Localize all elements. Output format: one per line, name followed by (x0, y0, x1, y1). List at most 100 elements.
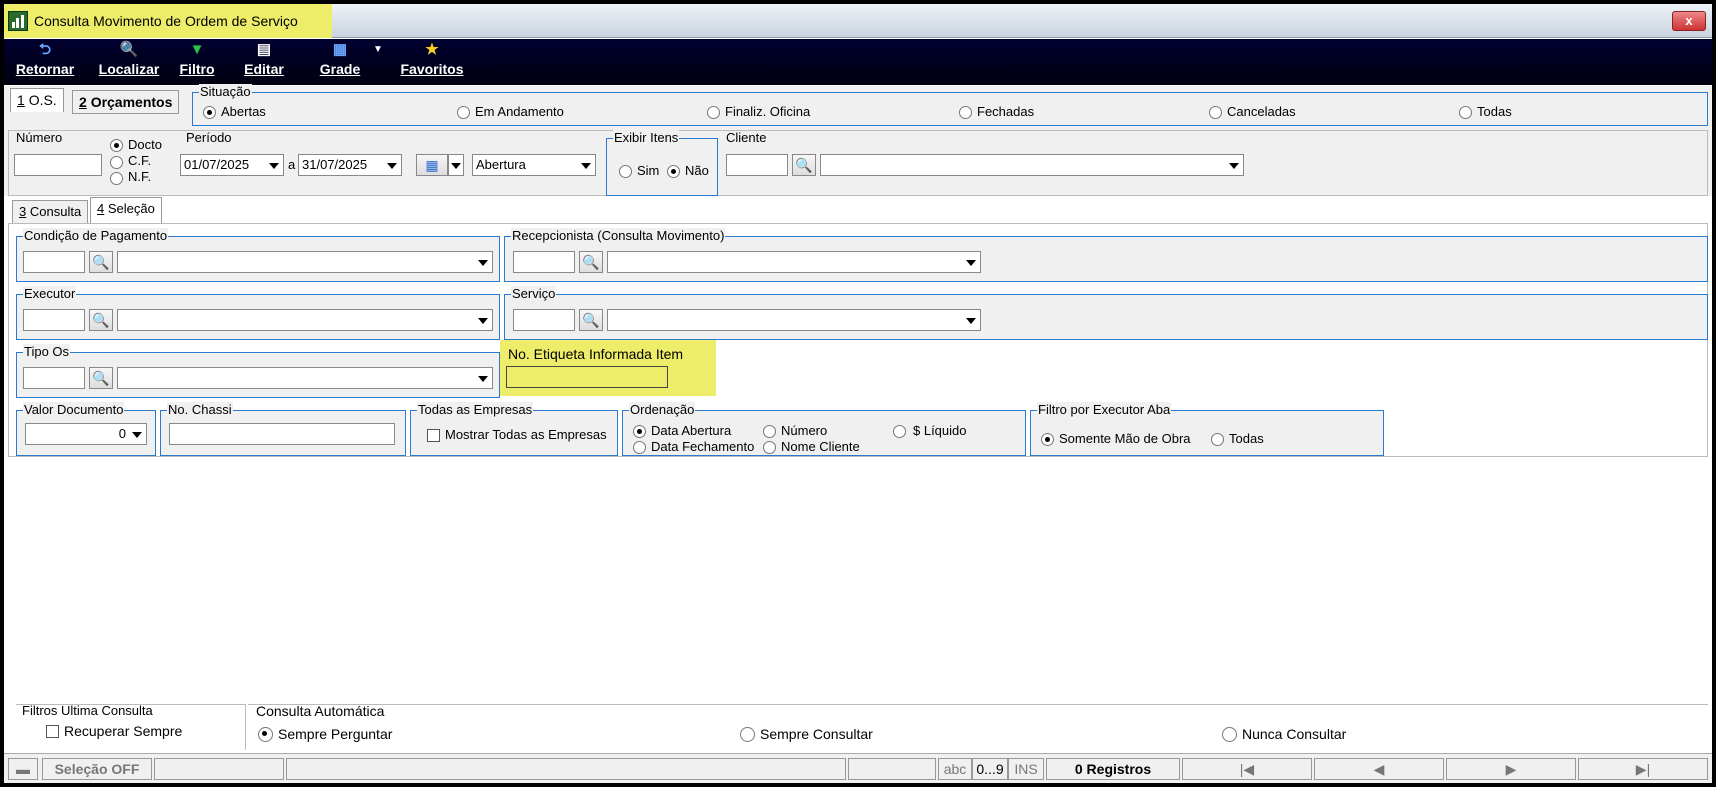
favoritos-label: Favoritos (400, 61, 464, 77)
last-record-button[interactable]: ▶| (1578, 758, 1708, 780)
editar-button[interactable]: ▤ Editar (240, 39, 288, 85)
etiqueta-label: No. Etiqueta Informada Item (508, 346, 684, 362)
ord-nome-cliente-radio[interactable] (763, 441, 776, 454)
cliente-code-input[interactable] (726, 154, 788, 176)
numero-docto-radio[interactable] (110, 139, 123, 152)
sempre-consultar-radio[interactable] (740, 727, 755, 742)
ord-data-fechamento-radio[interactable] (633, 441, 646, 454)
servico-combo[interactable] (607, 309, 981, 331)
periodo-type-combo[interactable]: Abertura (472, 154, 596, 176)
recuperar-sempre-checkbox[interactable] (46, 725, 59, 738)
filtros-ultima-label: Filtros Ultima Consulta (22, 703, 153, 718)
num-indicator: 0...9 (972, 758, 1008, 780)
recepcionista-search-icon[interactable]: 🔍 (579, 251, 603, 273)
chassi-input[interactable] (169, 423, 395, 445)
consulta-automatica-label: Consulta Automática (256, 703, 385, 719)
somente-mao-obra-radio[interactable] (1041, 433, 1054, 446)
condicao-code-input[interactable] (23, 251, 85, 273)
condicao-group: Condição de Pagamento 🔍 (16, 228, 500, 282)
main-window: Consulta Movimento de Ordem de Serviço x… (4, 4, 1712, 783)
tab-consulta[interactable]: 3 Consulta (12, 200, 89, 224)
mostrar-empresas-checkbox[interactable] (427, 429, 440, 442)
grid-icon: ▦ (332, 41, 348, 58)
cliente-search-icon[interactable]: 🔍 (792, 154, 816, 176)
localizar-button[interactable]: 🔍 Localizar (96, 39, 162, 85)
exibir-sim-radio[interactable] (619, 165, 632, 178)
filtro-button[interactable]: ▼ Filtro (176, 39, 218, 85)
executor-search-icon[interactable]: 🔍 (89, 309, 113, 331)
close-button[interactable]: x (1672, 11, 1706, 31)
tipo-os-code-input[interactable] (23, 367, 85, 389)
calendar-dropdown[interactable] (448, 154, 464, 176)
ord-nome-cliente-label: Nome Cliente (781, 439, 860, 454)
retornar-button[interactable]: ⮌ Retornar (12, 39, 78, 85)
servico-code-input[interactable] (513, 309, 575, 331)
status-panel-1 (154, 758, 284, 780)
star-icon: ★ (425, 41, 439, 58)
tab-orcamentos-label: Orçamentos (90, 94, 173, 110)
ord-liquido-radio[interactable] (893, 425, 906, 438)
tipo-os-search-icon[interactable]: 🔍 (89, 367, 113, 389)
keyboard-icon: ▬ (8, 758, 38, 780)
valor-documento-label: Valor Documento (23, 402, 125, 417)
etiqueta-input[interactable] (506, 366, 668, 388)
filtro-executor-label: Filtro por Executor Aba (1037, 402, 1172, 417)
situacao-todas-radio[interactable] (1459, 106, 1472, 119)
tipo-os-group: Tipo Os 🔍 (16, 344, 500, 398)
favoritos-button[interactable]: ★ Favoritos (396, 39, 468, 85)
numero-cf-radio[interactable] (110, 156, 123, 169)
editar-label: Editar (244, 61, 284, 77)
filtro-executor-todas-label: Todas (1229, 431, 1264, 446)
status-panel-3 (848, 758, 936, 780)
servico-search-icon[interactable]: 🔍 (579, 309, 603, 331)
cliente-name-combo[interactable] (820, 154, 1244, 176)
nunca-consultar-radio[interactable] (1222, 727, 1237, 742)
exibir-nao-radio[interactable] (667, 165, 680, 178)
numero-docto-label: Docto (128, 137, 162, 152)
tab-os[interactable]: 1 O.S. (10, 88, 64, 112)
tab-orcamentos[interactable]: 2 Orçamentos (72, 90, 180, 114)
next-record-button[interactable]: ▶ (1446, 758, 1576, 780)
exibir-sim-label: Sim (637, 163, 660, 178)
tab-selecao[interactable]: 4 Seleção (90, 197, 162, 224)
localizar-label: Localizar (98, 61, 160, 77)
recepcionista-label: Recepcionista (Consulta Movimento) (511, 228, 726, 243)
numero-nf-label: N.F. (128, 169, 152, 184)
sempre-perguntar-radio[interactable] (258, 727, 273, 742)
recepcionista-combo[interactable] (607, 251, 981, 273)
filtro-executor-group: Filtro por Executor Aba Somente Mão de O… (1030, 402, 1384, 456)
ord-numero-radio[interactable] (763, 425, 776, 438)
etiqueta-highlight: No. Etiqueta Informada Item (500, 340, 716, 396)
first-record-button[interactable]: |◀ (1182, 758, 1312, 780)
grade-dropdown-button[interactable]: ▼ (372, 39, 384, 85)
grade-button[interactable]: ▦ Grade (316, 39, 364, 85)
numero-cf-label: C.F. (128, 153, 152, 168)
situacao-abertas-radio[interactable] (203, 106, 216, 119)
condicao-combo[interactable] (117, 251, 493, 273)
situacao-fechadas-radio[interactable] (959, 106, 972, 119)
situacao-finaliz-radio[interactable] (707, 106, 720, 119)
situacao-andamento-radio[interactable] (457, 106, 470, 119)
toolbar: ⮌ Retornar 🔍 Localizar ▼ Filtro ▤ Editar… (4, 39, 1712, 85)
executor-code-input[interactable] (23, 309, 85, 331)
periodo-to-value: 31/07/2025 (302, 157, 368, 172)
recepcionista-code-input[interactable] (513, 251, 575, 273)
periodo-from-combo[interactable]: 01/07/2025 (180, 154, 284, 176)
periodo-to-combo[interactable]: 31/07/2025 (298, 154, 402, 176)
filtro-executor-todas-radio[interactable] (1211, 433, 1224, 446)
tipo-os-combo[interactable] (117, 367, 493, 389)
tipo-os-label: Tipo Os (23, 344, 71, 359)
condicao-search-icon[interactable]: 🔍 (89, 251, 113, 273)
ord-data-abertura-radio[interactable] (633, 425, 646, 438)
ordenacao-label: Ordenação (629, 402, 696, 417)
ord-data-fechamento-label: Data Fechamento (651, 439, 755, 454)
valor-documento-combo[interactable]: 0 (25, 423, 147, 445)
mostrar-empresas-label: Mostrar Todas as Empresas (445, 427, 607, 442)
calendar-icon[interactable]: ▦ (416, 154, 448, 176)
edit-form-icon: ▤ (256, 41, 272, 58)
situacao-canceladas-radio[interactable] (1209, 106, 1222, 119)
numero-nf-radio[interactable] (110, 172, 123, 185)
executor-combo[interactable] (117, 309, 493, 331)
numero-input[interactable] (14, 154, 102, 176)
prev-record-button[interactable]: ◀ (1314, 758, 1444, 780)
